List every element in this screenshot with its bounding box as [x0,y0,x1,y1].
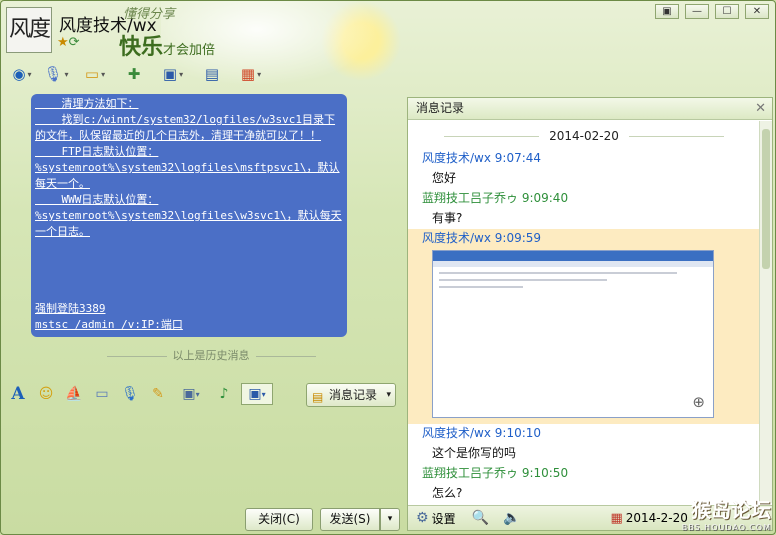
scrollbar-thumb[interactable] [762,129,770,269]
message-sender: 蓝翔技工吕子乔ゥ 9:09:40 [422,191,569,205]
message-text: 您好 [432,171,457,185]
settings-label: 设置 [431,511,456,526]
speaker-icon[interactable]: 🔈 [503,510,520,526]
message-bubble: 清理方法如下： 找到c:/winnt/system32/logfiles/w3s… [31,94,347,337]
message-text: 这个是你写的吗 [432,446,517,460]
chat-line: FTP日志默认位置：%systemroot%\system32\logfiles… [35,145,340,190]
minimize-button[interactable]: — [685,4,709,19]
chat-window: 风度 风度技术/wx ★⟳ 懂得分享 快乐才会加倍 ▣ — ☐ ✕ ◉ ▾ 🎙 ▾ … [0,0,776,535]
camera-icon[interactable]: ◉ ▾ [7,61,37,87]
skin-button[interactable]: ▣ [655,4,679,19]
send-button[interactable]: 发送(S) [320,508,380,531]
zoom-in-icon[interactable]: ⊕ [692,393,705,411]
log-date: 2014-02-20 [408,129,760,143]
settings-button[interactable]: ⚙ 设置 [416,510,456,527]
chat-line: WWW日志默认位置：%systemroot%\system32\logfiles… [35,193,342,238]
date-picker[interactable]: ▦ 2014-2-20 [610,511,687,526]
refresh-icon[interactable]: ⟳ [69,35,80,50]
selected-message: 风度技术/wx 9:09:59 ⊕ [408,229,760,424]
screen-share-icon[interactable]: ▣ ▾ [153,61,193,87]
status-icons: ★⟳ [57,35,80,50]
close-button[interactable]: 关闭(C) [245,508,313,531]
emoji-icon[interactable]: ☺ [35,383,57,405]
message-text: 有事? [432,211,463,225]
input-toolbar: A ☺ ⛵ ▭ 🎙 ✎ ▣ ▾ ♪ ▣ ▾ [7,383,273,405]
message-log: 2014-02-20 风度技术/wx 9:07:44 您好 蓝翔技工吕子乔ゥ 9… [408,121,760,503]
message-sender: 风度技术/wx 9:07:44 [422,151,542,165]
calendar-icon: ▦ [610,510,623,526]
chevron-down-icon: ▾ [386,390,391,400]
message-record-panel: 消息记录 ✕ 2014-02-20 风度技术/wx 9:07:44 您好 蓝翔技… [407,97,773,531]
bubble-links: 强制登陆3389 mstsc /admin /v:IP:端口 [35,301,183,333]
file-transfer-icon[interactable]: ▭ ▾ [75,61,115,87]
gear-icon: ⚙ [416,510,429,526]
message-sender: 蓝翔技工吕子乔ゥ 9:10:50 [422,466,569,480]
image-icon[interactable]: ▭ [91,383,113,405]
screenshot-image[interactable]: ⊕ [432,250,714,418]
slogan-main: 快乐才会加倍 [119,35,216,60]
date-label: 2014-2-20 [625,511,688,525]
apps-icon[interactable]: ▦ ▾ [231,61,271,87]
screenshot-icon[interactable]: ▣ ▾ [175,383,207,405]
message-record-icon: ▤ [312,390,324,404]
scrollbar[interactable] [759,121,772,503]
remote-assist-icon[interactable]: ▤ [197,61,227,87]
message-sender: 风度技术/wx 9:09:59 [422,231,542,245]
font-icon[interactable]: A [7,383,29,405]
chat-line: 找到c:/winnt/system32/logfiles/w3svc1目录下的文… [35,113,336,142]
avatar[interactable]: 风度 [6,7,52,53]
mstsc-link[interactable]: mstsc /admin /v:IP:端口 [35,317,183,333]
voice-message-icon[interactable]: 🎙 [119,383,141,405]
top-toolbar: ◉ ▾ 🎙 ▾ ▭ ▾ ✚ ▣ ▾ ▤ ▦ ▾ [7,59,271,89]
search-icon[interactable]: 🔍 [472,510,489,526]
close-icon[interactable]: ✕ [755,101,766,116]
doodle-icon[interactable]: ✎ [147,383,169,405]
window-controls: ▣ — ☐ ✕ [655,4,769,19]
add-contact-icon[interactable]: ✚ [119,61,149,87]
maximize-button[interactable]: ☐ [715,4,739,19]
music-icon[interactable]: ♪ [213,383,235,405]
send-options-button[interactable]: ▾ [380,508,400,531]
force-login-link[interactable]: 强制登陆3389 [35,301,183,317]
microphone-icon[interactable]: 🎙 ▾ [41,61,71,87]
close-window-button[interactable]: ✕ [745,4,769,19]
panel-title: 消息记录 [408,98,772,120]
slogan-top: 懂得分享 [123,7,176,22]
message-record-button[interactable]: ▤ 消息记录 ▾ [306,383,396,407]
history-separator: 以上是历史消息 [81,347,341,363]
message-sender: 风度技术/wx 9:10:10 [422,426,542,440]
chat-line: 清理方法如下： [35,97,139,110]
shake-icon[interactable]: ⛵ [63,383,85,405]
watermark-logo: 猴岛论坛 BBS.HOUDAO.COM [681,498,771,532]
star-icon: ★ [57,35,69,50]
remote-screen-icon[interactable]: ▣ ▾ [241,383,273,405]
message-record-label: 消息记录 [329,388,378,402]
